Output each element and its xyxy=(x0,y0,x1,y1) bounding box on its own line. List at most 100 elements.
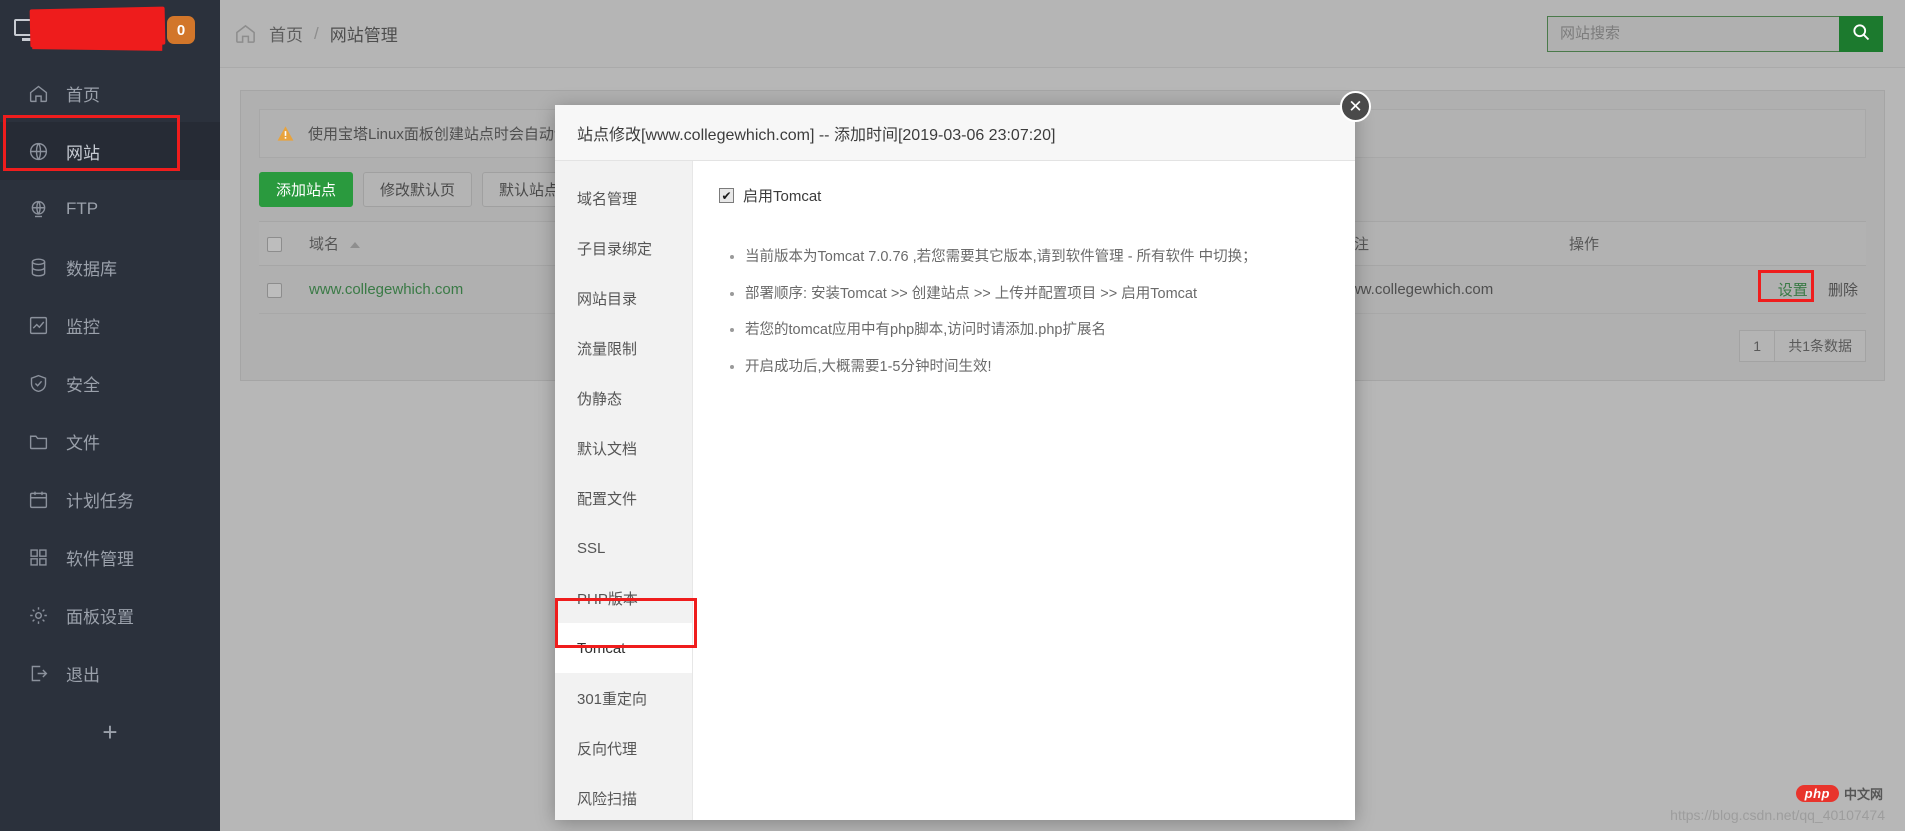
sidebar-item-label: 计划任务 xyxy=(66,491,134,511)
breadcrumb: 首页 / 网站管理 xyxy=(234,21,398,46)
modal-nav-item-traffic-limit[interactable]: 流量限制 xyxy=(555,323,692,373)
sidebar-item-ftp[interactable]: FTP xyxy=(0,180,220,238)
sidebar-item-label: 退出 xyxy=(66,665,100,685)
column-note: 备注 xyxy=(1331,221,1561,266)
row-select-cell xyxy=(259,265,301,314)
home-icon xyxy=(234,22,257,45)
database-icon xyxy=(26,255,50,279)
modal-nav: 域名管理 子目录绑定 网站目录 流量限制 伪静态 默认文档 配置文件 SSL P… xyxy=(555,161,697,823)
row-settings-link[interactable]: 设置 xyxy=(1772,279,1814,302)
enable-tomcat-label: 启用Tomcat xyxy=(743,188,822,205)
modal-nav-item-reverse-proxy[interactable]: 反向代理 xyxy=(555,723,692,773)
sidebar-item-label: 软件管理 xyxy=(66,549,134,569)
search-box xyxy=(1547,15,1883,52)
breadcrumb-home[interactable]: 首页 xyxy=(269,21,303,46)
select-all-checkbox[interactable] xyxy=(267,236,282,252)
modal-nav-item-301-redirect[interactable]: 301重定向 xyxy=(555,673,692,723)
sidebar-item-label: 监控 xyxy=(66,317,100,337)
sidebar-item-panel-settings[interactable]: 面板设置 xyxy=(0,586,220,644)
modal-nav-item-domain[interactable]: 域名管理 xyxy=(555,173,692,223)
list-item: 当前版本为Tomcat 7.0.76 ,若您需要其它版本,请到软件管理 - 所有… xyxy=(745,248,1329,268)
search-button[interactable] xyxy=(1839,15,1883,52)
search-input[interactable] xyxy=(1547,15,1839,52)
modal-nav-item-default-doc[interactable]: 默认文档 xyxy=(555,423,692,473)
modal-title-bar: 站点修改[www.collegewhich.com] -- 添加时间[2019-… xyxy=(555,105,1355,161)
site-domain-link[interactable]: www.collegewhich.com xyxy=(309,281,463,298)
edit-default-page-button[interactable]: 修改默认页 xyxy=(363,172,473,207)
folder-icon xyxy=(26,429,50,453)
tomcat-tips-list: 当前版本为Tomcat 7.0.76 ,若您需要其它版本,请到软件管理 - 所有… xyxy=(719,248,1329,377)
modal-nav-item-site-dir[interactable]: 网站目录 xyxy=(555,273,692,323)
sidebar-item-label: FTP xyxy=(66,199,99,218)
redacted-logo-text xyxy=(29,6,166,48)
sidebar-logo: 0 xyxy=(0,0,220,60)
list-item: 部署顺序: 安装Tomcat >> 创建站点 >> 上传并配置项目 >> 启用T… xyxy=(745,285,1329,305)
globe-icon xyxy=(26,139,50,163)
home-icon xyxy=(26,81,50,105)
sidebar-item-label: 网站 xyxy=(66,143,100,163)
shield-icon xyxy=(26,371,50,395)
sidebar-item-label: 首页 xyxy=(66,85,100,105)
sidebar-item-website[interactable]: 网站 xyxy=(0,122,220,180)
modal-nav-item-risk-scan[interactable]: 风险扫描 xyxy=(555,773,692,823)
modal-nav-item-php-version[interactable]: PHP版本 xyxy=(555,573,692,623)
chart-icon xyxy=(26,313,50,337)
sidebar-item-home[interactable]: 首页 xyxy=(0,64,220,122)
php-logo-icon: php xyxy=(1795,785,1839,802)
modal-body: 域名管理 子目录绑定 网站目录 流量限制 伪静态 默认文档 配置文件 SSL P… xyxy=(555,161,1355,820)
gear-icon xyxy=(26,603,50,627)
page-number-1[interactable]: 1 xyxy=(1739,330,1776,362)
sidebar-nav: 首页 网站 FTP 数据库 监控 安全 文件 计划任务 软件管理 面板设置 退出… xyxy=(0,64,220,762)
sort-asc-icon[interactable] xyxy=(350,242,361,249)
sidebar-item-security[interactable]: 安全 xyxy=(0,354,220,412)
search-icon xyxy=(1851,22,1871,45)
php-cn-watermark: php 中文网 xyxy=(1795,784,1883,803)
breadcrumb-current: 网站管理 xyxy=(329,26,398,45)
sidebar-item-label: 文件 xyxy=(66,433,100,453)
add-site-button[interactable]: 添加站点 xyxy=(259,172,354,207)
enable-tomcat-row: ✔ 启用Tomcat xyxy=(719,185,1329,206)
sidebar-item-label: 面板设置 xyxy=(66,607,134,627)
top-bar: 首页 / 网站管理 xyxy=(220,0,1905,68)
row-delete-link[interactable]: 删除 xyxy=(1828,282,1858,299)
column-domain-label: 域名 xyxy=(309,236,340,253)
breadcrumb-separator: / xyxy=(314,23,319,43)
modal-title: 站点修改[www.collegewhich.com] -- 添加时间[2019-… xyxy=(577,126,1056,144)
select-all-header xyxy=(259,221,301,266)
sidebar-item-monitor[interactable]: 监控 xyxy=(0,296,220,354)
app-root: 0 首页 网站 FTP 数据库 监控 安全 文件 计划任务 软件管理 面板设置 … xyxy=(0,0,1905,831)
enable-tomcat-checkbox[interactable]: ✔ xyxy=(719,188,734,203)
sidebar-item-files[interactable]: 文件 xyxy=(0,412,220,470)
php-cn-label: 中文网 xyxy=(1843,787,1883,802)
modal-nav-item-config-file[interactable]: 配置文件 xyxy=(555,473,692,523)
sidebar-add-button[interactable]: + xyxy=(0,702,220,762)
sidebar: 0 首页 网站 FTP 数据库 监控 安全 文件 计划任务 软件管理 面板设置 … xyxy=(0,0,220,831)
notification-count-badge[interactable]: 0 xyxy=(167,16,195,44)
modal-nav-item-tomcat[interactable]: Tomcat xyxy=(555,623,692,673)
grid-icon xyxy=(26,545,50,569)
column-operations: 操作 xyxy=(1561,221,1866,266)
row-note-cell: www.collegewhich.com xyxy=(1331,265,1561,314)
csdn-watermark: https://blog.csdn.net/qq_40107474 xyxy=(1670,807,1885,823)
sidebar-item-logout[interactable]: 退出 xyxy=(0,644,220,702)
sidebar-item-software[interactable]: 软件管理 xyxy=(0,528,220,586)
sidebar-item-cron[interactable]: 计划任务 xyxy=(0,470,220,528)
modal-nav-item-subdir[interactable]: 子目录绑定 xyxy=(555,223,692,273)
modal-nav-item-rewrite[interactable]: 伪静态 xyxy=(555,373,692,423)
warning-triangle-icon xyxy=(276,124,295,143)
logout-icon xyxy=(26,661,50,685)
site-edit-modal: ✕ 站点修改[www.collegewhich.com] -- 添加时间[201… xyxy=(555,91,1371,820)
column-operations-label: 操作 xyxy=(1569,236,1600,253)
ftp-globe-icon xyxy=(26,197,50,221)
modal-nav-item-ssl[interactable]: SSL xyxy=(555,523,692,573)
sidebar-item-label: 数据库 xyxy=(66,259,117,279)
row-operations-cell: 设置 删除 xyxy=(1561,265,1866,314)
list-item: 开启成功后,大概需要1-5分钟时间生效! xyxy=(745,358,1329,378)
calendar-icon xyxy=(26,487,50,511)
row-checkbox[interactable] xyxy=(267,282,282,298)
pagination-total: 共1条数据 xyxy=(1775,330,1866,362)
sidebar-item-database[interactable]: 数据库 xyxy=(0,238,220,296)
close-icon[interactable]: ✕ xyxy=(1340,91,1371,122)
list-item: 若您的tomcat应用中有php脚本,访问时请添加.php扩展名 xyxy=(745,321,1329,341)
modal-content-tomcat: ✔ 启用Tomcat 当前版本为Tomcat 7.0.76 ,若您需要其它版本,… xyxy=(693,161,1355,820)
